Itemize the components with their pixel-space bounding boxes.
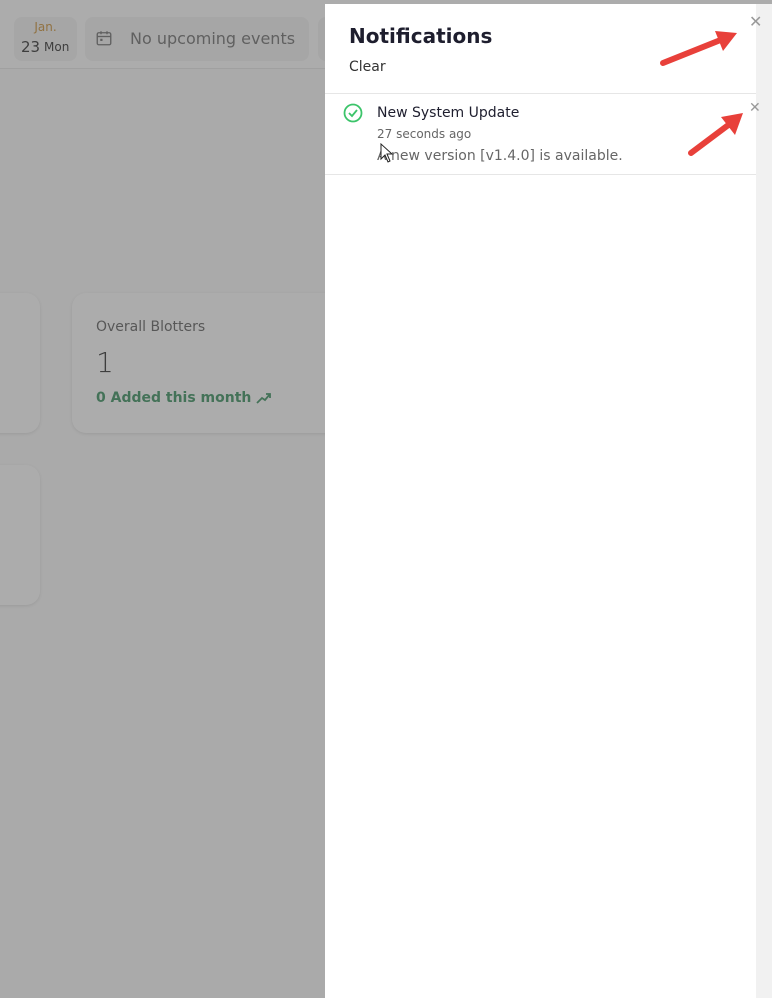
notification-title: New System Update (377, 105, 520, 121)
mouse-cursor-icon (380, 143, 394, 163)
check-circle-icon (343, 103, 363, 123)
panel-scrollbar-gutter (756, 4, 772, 998)
annotation-arrow-icon-2 (688, 113, 743, 156)
panel-title: Notifications (349, 24, 493, 48)
clear-button[interactable]: Clear (349, 59, 386, 75)
annotation-arrow-icon (660, 31, 737, 66)
close-icon[interactable]: ✕ (749, 12, 762, 31)
notification-time: 27 seconds ago (377, 127, 472, 141)
notification-message: A new version [v1.4.0] is available. (377, 148, 623, 164)
